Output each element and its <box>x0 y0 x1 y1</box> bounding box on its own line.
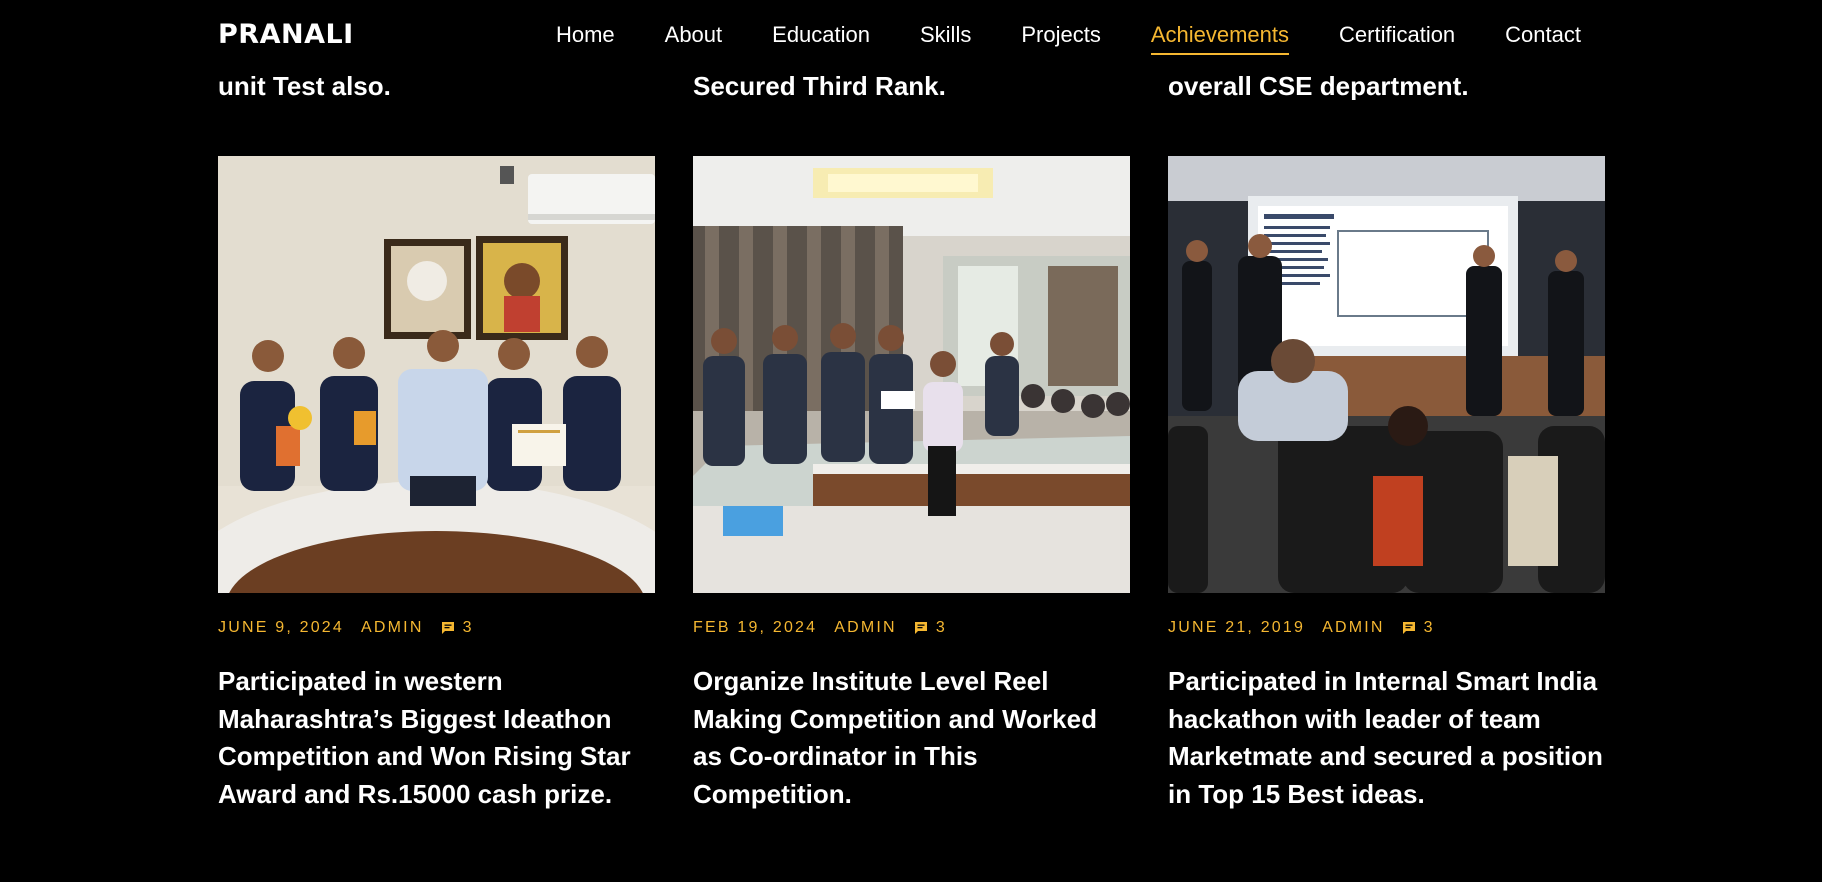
achievements-grid: JUNE 9, 2024 ADMIN 3 Participated in wes… <box>218 156 1605 813</box>
main-nav: Home About Education Skills Projects Ach… <box>556 20 1581 55</box>
previous-card-title[interactable]: overall CSE department. <box>1168 68 1469 100</box>
nav-projects[interactable]: Projects <box>1021 20 1100 50</box>
achievement-card: JUNE 21, 2019 ADMIN 3 Participated in In… <box>1168 156 1605 813</box>
post-author[interactable]: ADMIN <box>834 619 897 637</box>
comment-count: 3 <box>462 619 474 636</box>
site-logo[interactable]: PRANALI <box>218 18 354 52</box>
post-meta: JUNE 9, 2024 ADMIN 3 <box>218 617 655 639</box>
nav-about[interactable]: About <box>665 20 723 50</box>
achievement-title[interactable]: Participated in Internal Smart India hac… <box>1168 663 1605 813</box>
comment-count: 3 <box>1423 619 1435 636</box>
post-author[interactable]: ADMIN <box>361 619 424 637</box>
site-header: PRANALI Home About Education Skills Proj… <box>0 0 1822 70</box>
post-comments[interactable]: 3 <box>914 619 947 637</box>
nav-achievements[interactable]: Achievements <box>1150 20 1290 55</box>
post-comments[interactable]: 3 <box>441 619 474 637</box>
post-meta: FEB 19, 2024 ADMIN 3 <box>693 617 1130 639</box>
post-date[interactable]: JUNE 21, 2019 <box>1168 619 1305 637</box>
nav-contact[interactable]: Contact <box>1505 20 1581 50</box>
achievement-title[interactable]: Participated in western Maharashtra’s Bi… <box>218 663 655 813</box>
achievement-photo[interactable] <box>1168 156 1605 593</box>
comment-icon <box>441 621 455 635</box>
comment-icon <box>1402 621 1416 635</box>
nav-home[interactable]: Home <box>556 20 615 50</box>
post-date[interactable]: FEB 19, 2024 <box>693 619 817 637</box>
previous-card-title[interactable]: Secured Third Rank. <box>693 68 946 100</box>
post-comments[interactable]: 3 <box>1402 619 1435 637</box>
achievement-title[interactable]: Organize Institute Level Reel Making Com… <box>693 663 1130 813</box>
nav-skills[interactable]: Skills <box>920 20 971 50</box>
achievement-card: JUNE 9, 2024 ADMIN 3 Participated in wes… <box>218 156 655 813</box>
comment-icon <box>914 621 928 635</box>
achievement-photo[interactable] <box>218 156 655 593</box>
post-author[interactable]: ADMIN <box>1322 619 1385 637</box>
nav-certification[interactable]: Certification <box>1339 20 1455 50</box>
nav-education[interactable]: Education <box>772 20 870 50</box>
achievement-card: FEB 19, 2024 ADMIN 3 Organize Institute … <box>693 156 1130 813</box>
comment-count: 3 <box>935 619 947 636</box>
post-meta: JUNE 21, 2019 ADMIN 3 <box>1168 617 1605 639</box>
previous-card-title[interactable]: unit Test also. <box>218 68 391 100</box>
achievement-photo[interactable] <box>693 156 1130 593</box>
post-date[interactable]: JUNE 9, 2024 <box>218 619 344 637</box>
